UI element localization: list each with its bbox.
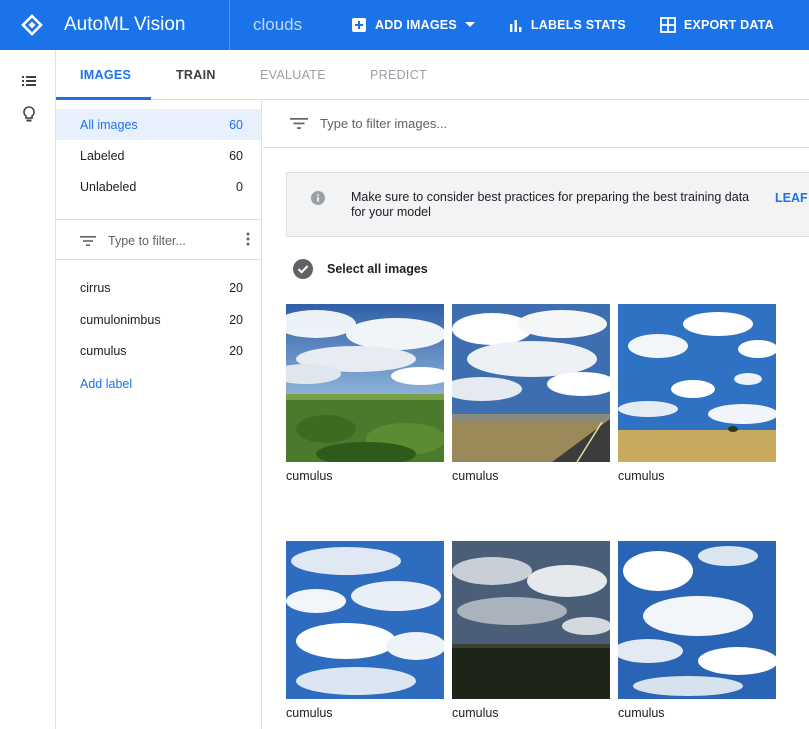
view-count: 60 xyxy=(229,148,243,163)
learn-more-link[interactable]: LEAF xyxy=(775,191,808,205)
divider xyxy=(56,259,261,260)
select-all-toggle[interactable]: Select all images xyxy=(293,259,428,279)
filter-icon xyxy=(290,118,308,129)
image-thumbnail[interactable] xyxy=(618,304,776,462)
add-images-button[interactable]: ADD IMAGES xyxy=(351,17,475,33)
filter-icon xyxy=(80,236,96,246)
cloud-photo-crop-field xyxy=(286,304,444,462)
best-practices-notice: Make sure to consider best practices for… xyxy=(286,172,809,237)
labels-stats-label: LABELS STATS xyxy=(530,18,626,32)
export-data-label: EXPORT DATA xyxy=(683,18,774,32)
tab-predict: PREDICT xyxy=(370,68,427,82)
image-label: cumulus xyxy=(618,469,665,483)
bar-chart-icon xyxy=(509,20,522,32)
view-label: Unlabeled xyxy=(80,179,137,194)
automl-logo-icon[interactable] xyxy=(0,0,64,50)
view-label: All images xyxy=(80,117,138,132)
view-label: Labeled xyxy=(80,148,125,163)
tab-bar: IMAGES TRAIN EVALUATE PREDICT xyxy=(56,50,809,100)
tab-evaluate: EVALUATE xyxy=(260,68,326,82)
label-filter-input[interactable]: Type to filter... xyxy=(80,230,250,252)
label-count: 20 xyxy=(229,280,243,295)
tab-train[interactable]: TRAIN xyxy=(176,50,216,100)
label-name: cumulonimbus xyxy=(80,312,161,327)
chevron-down-icon xyxy=(464,22,475,27)
divider xyxy=(56,219,261,220)
export-data-button[interactable]: EXPORT DATA xyxy=(659,17,774,33)
add-label-link[interactable]: Add label xyxy=(80,377,132,391)
view-all-images[interactable]: All images 60 xyxy=(56,109,261,140)
cloud-photo-sky-clouds xyxy=(618,541,776,699)
notice-message: Make sure to consider best practices for… xyxy=(351,190,750,219)
image-label: cumulus xyxy=(618,706,665,720)
label-name: cirrus xyxy=(80,280,111,295)
image-label: cumulus xyxy=(286,469,333,483)
image-filter-input[interactable]: Type to filter images... xyxy=(263,100,809,148)
labels-stats-button[interactable]: LABELS STATS xyxy=(509,18,626,32)
image-thumbnail[interactable] xyxy=(452,541,610,699)
info-icon xyxy=(311,191,325,205)
label-item-cumulus[interactable]: cumulus 20 xyxy=(56,335,261,366)
label-name: cumulus xyxy=(80,343,127,358)
cloud-photo-dark-plain xyxy=(452,541,610,699)
label-item-cumulonimbus[interactable]: cumulonimbus 20 xyxy=(56,304,261,335)
app-title: AutoML Vision xyxy=(64,0,230,50)
image-thumbnail[interactable] xyxy=(452,304,610,462)
label-filter-placeholder: Type to filter... xyxy=(108,234,186,248)
label-count: 20 xyxy=(229,312,243,327)
view-labeled[interactable]: Labeled 60 xyxy=(56,140,261,171)
top-app-bar: AutoML Vision clouds ADD IMAGES LABELS S… xyxy=(0,0,809,50)
image-label: cumulus xyxy=(286,706,333,720)
check-circle-icon xyxy=(293,259,313,279)
label-count: 20 xyxy=(229,343,243,358)
cloud-photo-road xyxy=(452,304,610,462)
label-item-cirrus[interactable]: cirrus 20 xyxy=(56,272,261,303)
view-count: 60 xyxy=(229,117,243,132)
view-count: 0 xyxy=(236,179,243,194)
more-vert-icon[interactable] xyxy=(246,232,250,246)
left-rail xyxy=(0,50,56,729)
lightbulb-icon[interactable] xyxy=(23,106,35,128)
cloud-photo-wheat-field xyxy=(618,304,776,462)
label-filter-panel: All images 60 Labeled 60 Unlabeled 0 Typ… xyxy=(56,100,262,729)
image-label: cumulus xyxy=(452,706,499,720)
cloud-photo-sky-only xyxy=(286,541,444,699)
tab-images[interactable]: IMAGES xyxy=(80,50,131,100)
image-filter-placeholder: Type to filter images... xyxy=(320,116,448,131)
view-unlabeled[interactable]: Unlabeled 0 xyxy=(56,171,261,202)
add-images-label: ADD IMAGES xyxy=(375,18,457,32)
select-all-label: Select all images xyxy=(327,262,428,276)
image-thumbnail[interactable] xyxy=(286,541,444,699)
list-menu-icon[interactable] xyxy=(22,73,36,91)
image-label: cumulus xyxy=(452,469,499,483)
image-thumbnail[interactable] xyxy=(286,304,444,462)
dataset-name: clouds xyxy=(253,15,303,34)
image-thumbnail[interactable] xyxy=(618,541,776,699)
add-box-icon xyxy=(352,18,366,32)
table-grid-icon xyxy=(659,17,676,33)
